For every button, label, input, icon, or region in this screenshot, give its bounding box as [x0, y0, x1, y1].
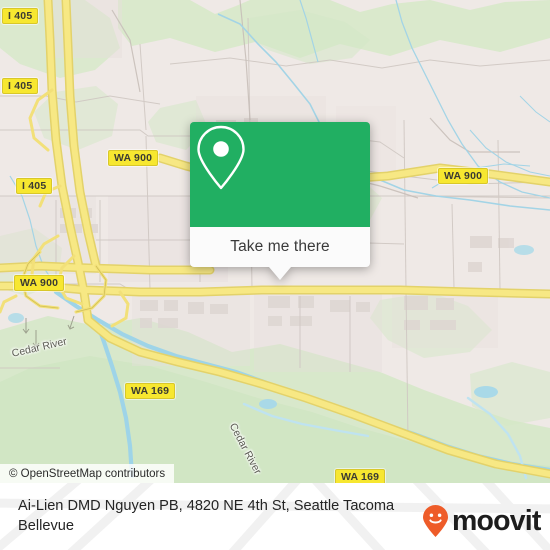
take-me-there-label: Take me there [230, 238, 330, 255]
popup-tail [269, 267, 291, 280]
road-shield: WA 169 [125, 383, 176, 399]
osm-attribution-text: © OpenStreetMap contributors [9, 467, 166, 480]
map-canvas[interactable]: I 405 I 405 WA 900 I 405 WA 900 WA 900 W… [0, 0, 550, 483]
take-me-there-button[interactable]: Take me there [190, 227, 370, 267]
osm-attribution[interactable]: © OpenStreetMap contributors [0, 464, 175, 483]
location-popup[interactable]: Take me there [190, 122, 370, 280]
road-shield: WA 900 [108, 150, 159, 166]
moovit-pin-smile-icon: moovit [423, 505, 543, 537]
road-shield: WA 900 [438, 168, 489, 184]
page-title: Ai-Lien DMD Nguyen PB, 4820 NE 4th St, S… [18, 498, 395, 534]
moovit-logo[interactable]: moovit [420, 503, 544, 539]
moovit-wordmark: moovit [452, 505, 542, 537]
road-shield: WA 900 [14, 275, 65, 291]
road-shield: I 405 [2, 8, 39, 24]
map-page: I 405 I 405 WA 900 I 405 WA 900 WA 900 W… [0, 0, 550, 550]
road-shield: WA 169 [335, 469, 386, 483]
popup-image-area [190, 122, 370, 227]
road-shield: I 405 [16, 178, 53, 194]
road-shield: I 405 [2, 78, 39, 94]
map-pin-icon [197, 125, 245, 190]
